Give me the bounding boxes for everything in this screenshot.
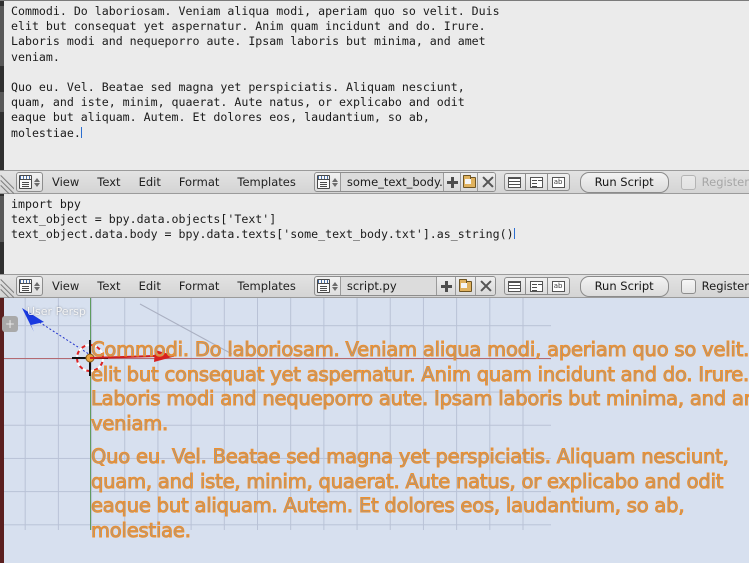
line-numbers-toggle-bottom[interactable] [503, 277, 526, 295]
chevron-updown-icon [34, 177, 40, 187]
unlink-text-button-bottom[interactable] [475, 277, 495, 295]
text-editor-top-header[interactable]: View Text Edit Format Templates some_tex… [0, 170, 749, 195]
3d-viewport[interactable]: + Commodi. Do laboriosam. Veniam aliqua … [0, 298, 749, 563]
word-wrap-toggle-bottom[interactable] [525, 277, 548, 295]
chevron-updown-icon [331, 281, 338, 291]
word-wrap-toggle-top[interactable] [525, 173, 548, 191]
text-editor-bottom-content[interactable]: import bpy text_object = bpy.data.object… [11, 197, 515, 243]
plus-icon [446, 176, 458, 188]
menu-text-top[interactable]: Text [89, 172, 128, 192]
datablock-name-top[interactable]: some_text_body.txt [339, 173, 459, 191]
text-caret [80, 126, 82, 138]
chevron-updown-icon [34, 281, 40, 291]
menu-text-bottom[interactable]: Text [89, 276, 128, 296]
datablock-browse-top[interactable] [315, 175, 340, 189]
menu-templates-bottom[interactable]: Templates [229, 276, 303, 296]
view-toggles-bottom: ab [503, 277, 570, 295]
word-wrap-icon [529, 280, 543, 292]
line-numbers-icon [508, 176, 522, 188]
add-tab-button[interactable]: + [2, 316, 18, 332]
text-editor-top-body[interactable]: Commodi. Do laboriosam. Veniam aliqua mo… [0, 0, 749, 170]
text-editor-top-canvas[interactable]: Commodi. Do laboriosam. Veniam aliqua mo… [0, 0, 749, 170]
text-datablock-icon [316, 175, 330, 189]
menu-templates-top[interactable]: Templates [229, 172, 303, 192]
menu-view-top[interactable]: View [44, 172, 87, 192]
open-folder-icon [459, 278, 473, 292]
line-numbers-toggle-top[interactable] [503, 173, 526, 191]
new-text-button-bottom[interactable] [435, 277, 456, 295]
area-corner-grip-bottom[interactable] [0, 275, 14, 299]
plus-icon [440, 280, 452, 292]
run-script-button-top[interactable]: Run Script [579, 171, 669, 193]
open-text-button-top[interactable] [460, 173, 478, 191]
text-body-string: Commodi. Do laboriosam. Veniam aliqua mo… [11, 4, 500, 140]
register-label-bottom: Register [701, 279, 749, 293]
editor-type-selector-bottom[interactable] [16, 276, 43, 296]
text-editor-bottom-canvas[interactable]: import bpy text_object = bpy.data.object… [0, 194, 749, 274]
menu-format-bottom[interactable]: Format [171, 276, 228, 296]
datablock-name-bottom[interactable]: script.py [339, 277, 436, 295]
datablock-selector-top[interactable]: some_text_body.txt [313, 172, 496, 192]
menu-edit-top[interactable]: Edit [131, 172, 169, 192]
text-editor-top-content[interactable]: Commodi. Do laboriosam. Veniam aliqua mo… [11, 4, 500, 141]
text-editor-bottom-header[interactable]: View Text Edit Format Templates script.p… [0, 274, 749, 299]
script-body-string: import bpy text_object = bpy.data.object… [11, 197, 514, 242]
viewport-perspective-label: User Persp [27, 305, 86, 318]
word-wrap-icon [529, 176, 543, 188]
syntax-highlight-icon: ab [551, 176, 565, 188]
register-checkbox-bottom[interactable] [680, 278, 696, 294]
datablock-browse-bottom[interactable] [315, 279, 340, 293]
syntax-highlight-icon: ab [551, 280, 565, 292]
text-object-line-2[interactable]: Quo eu. Vel. Beatae sed magna yet perspi… [91, 445, 730, 543]
unlink-text-button-top[interactable] [477, 173, 495, 191]
blender-window: Commodi. Do laboriosam. Veniam aliqua mo… [0, 0, 749, 563]
menu-edit-bottom[interactable]: Edit [131, 276, 169, 296]
register-checkbox-group-bottom[interactable]: Register [680, 278, 749, 294]
text-editor-top-scrollbar[interactable] [0, 0, 4, 170]
unlink-icon [479, 280, 492, 292]
viewport-left-strip [0, 298, 4, 563]
view-toggles-top: ab [503, 173, 570, 191]
register-checkbox-top[interactable] [680, 174, 696, 190]
datablock-selector-bottom[interactable]: script.py [313, 276, 496, 296]
line-numbers-icon [508, 280, 522, 292]
syntax-highlight-toggle-top[interactable]: ab [547, 173, 570, 191]
menu-format-top[interactable]: Format [171, 172, 228, 192]
syntax-highlight-toggle-bottom[interactable]: ab [547, 277, 570, 295]
window-top-border [0, 0, 749, 1]
open-folder-icon [462, 174, 476, 188]
chevron-updown-icon [331, 177, 338, 187]
area-corner-grip-top[interactable] [0, 171, 14, 195]
run-script-button-bottom[interactable]: Run Script [579, 275, 669, 297]
new-text-button-top[interactable] [443, 173, 461, 191]
register-label-top: Register [701, 175, 749, 189]
editor-type-selector-top[interactable] [16, 172, 43, 192]
text-caret [513, 228, 515, 240]
text-editor-bottom-scrollbar[interactable] [0, 194, 4, 274]
text-editor-icon [19, 175, 32, 189]
open-text-button-bottom[interactable] [455, 277, 475, 295]
text-editor-bottom-body[interactable]: import bpy text_object = bpy.data.object… [0, 194, 749, 274]
text-object-line-1[interactable]: Commodi. Do laboriosam. Veniam aliqua mo… [90, 338, 749, 436]
text-datablock-icon [316, 279, 330, 293]
menu-view-bottom[interactable]: View [44, 276, 87, 296]
register-checkbox-group-top[interactable]: Register [680, 174, 749, 190]
unlink-icon [481, 176, 494, 188]
text-editor-icon [19, 279, 32, 293]
